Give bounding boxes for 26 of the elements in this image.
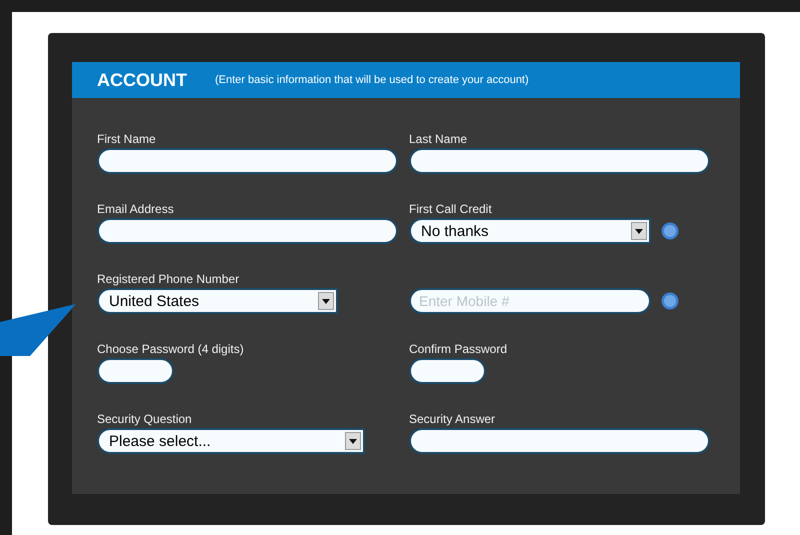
field-label: Registered Phone Number [97,273,240,285]
help-icon[interactable] [661,222,679,240]
field-label: Confirm Password [409,343,508,355]
text-field[interactable] [409,428,710,454]
text-field[interactable] [97,218,398,244]
section-note: (Enter basic information that will be used to create your account) [215,72,529,88]
section-title: ACCOUNT [97,68,187,92]
dropdown[interactable]: United States [97,288,338,314]
field-label: First Name [97,133,156,145]
dropdown-value: Please select... [109,434,211,448]
password-field[interactable] [97,358,174,384]
text-field[interactable]: Enter Mobile # [409,288,651,314]
dropdown-value: United States [109,294,200,308]
dropdown[interactable]: Please select... [97,428,365,454]
dropdown-value: No thanks [421,224,489,238]
password-field[interactable] [409,358,486,384]
field-label: Last Name [409,133,468,145]
field-label: Security Question [97,413,192,425]
field-label: Choose Password (4 digits) [97,343,244,355]
text-field[interactable] [409,148,710,174]
text-field[interactable] [97,148,398,174]
dropdown[interactable]: No thanks [409,218,651,244]
field-label: Email Address [97,203,174,215]
field-label: Security Answer [409,413,496,425]
field-label: First Call Credit [409,203,492,215]
help-icon[interactable] [661,292,679,310]
